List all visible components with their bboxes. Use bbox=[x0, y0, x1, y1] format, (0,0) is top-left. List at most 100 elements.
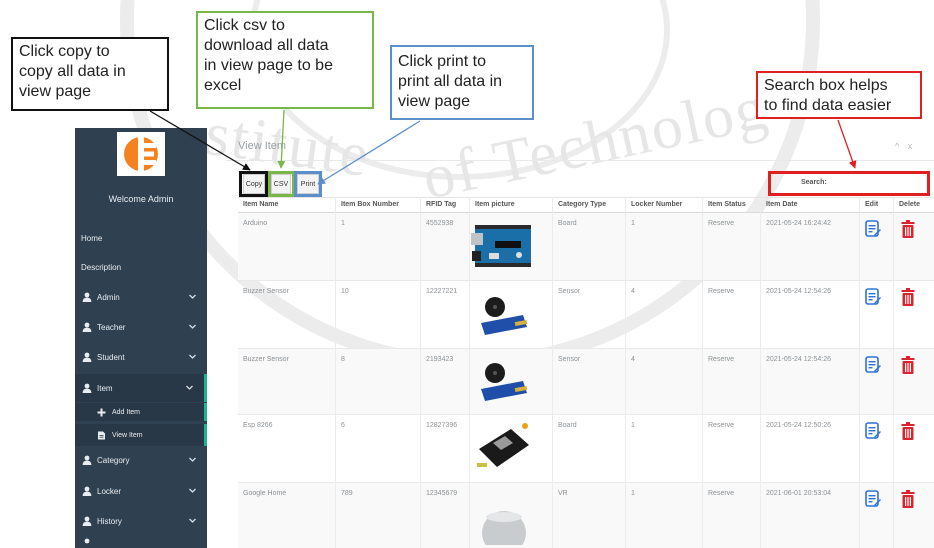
col-item-date[interactable]: Item Date bbox=[766, 201, 798, 208]
col-rfid-tag[interactable]: RFID Tag bbox=[426, 201, 456, 208]
col-item-picture[interactable]: Item picture bbox=[475, 201, 515, 208]
cell-date: 2021-06-01 20:53:04 bbox=[766, 490, 831, 497]
col-item-status[interactable]: Item Status bbox=[708, 201, 746, 208]
table-row: Google Home 789 12345679 VR 1 Reserve 20… bbox=[238, 483, 934, 548]
col-divider bbox=[335, 197, 336, 548]
trash-icon[interactable] bbox=[901, 356, 915, 374]
table-row: Buzzer Sensor 10 12227221 Sensor 4 Reser… bbox=[238, 281, 934, 349]
panel-title: View Item bbox=[238, 140, 287, 152]
search-callout: Search box helps to find data easier bbox=[756, 71, 922, 119]
col-divider bbox=[859, 197, 860, 548]
edit-icon[interactable] bbox=[865, 490, 881, 508]
table-row: Buzzer Sensor 8 2193423 Sensor 4 Reserve… bbox=[238, 349, 934, 415]
cell-category: VR bbox=[558, 490, 568, 497]
nav-item-menu[interactable]: Item bbox=[75, 374, 207, 402]
nav-admin[interactable]: Admin bbox=[75, 285, 207, 309]
nav-home[interactable]: Home bbox=[81, 234, 102, 243]
col-category-type[interactable]: Category Type bbox=[558, 201, 606, 208]
col-item-box-number[interactable]: Item Box Number bbox=[341, 201, 399, 208]
table-header: Item Name Item Box Number RFID Tag Item … bbox=[238, 197, 934, 213]
trash-icon[interactable] bbox=[901, 422, 915, 440]
cell-rfid: 12827396 bbox=[426, 422, 458, 429]
cell-box-number: 1 bbox=[341, 220, 345, 227]
col-edit: Edit bbox=[865, 201, 879, 208]
nav-add-item-label: Add Item bbox=[112, 408, 141, 416]
nav-description[interactable]: Description bbox=[81, 263, 121, 272]
csv-highlight bbox=[268, 171, 295, 197]
cell-box-number: 8 bbox=[341, 356, 345, 363]
cell-item-name: Esp 8266 bbox=[243, 422, 273, 429]
cell-rfid: 12345679 bbox=[426, 490, 458, 497]
cell-rfid: 2193423 bbox=[426, 356, 454, 363]
user-icon bbox=[82, 516, 92, 526]
nav-category[interactable]: Category bbox=[75, 448, 207, 472]
table-row: Esp 8266 6 12827396 Board 1 Reserve 2021… bbox=[238, 415, 934, 483]
plus-icon bbox=[97, 408, 106, 416]
nav-locker[interactable]: Locker bbox=[75, 479, 207, 503]
print-highlight bbox=[294, 171, 322, 197]
col-divider bbox=[702, 197, 703, 548]
edit-icon[interactable] bbox=[865, 356, 881, 374]
cell-status: Reserve bbox=[708, 356, 735, 363]
edit-icon[interactable] bbox=[865, 288, 881, 306]
cell-status: Reserve bbox=[708, 490, 735, 497]
cell-status: Reserve bbox=[708, 220, 735, 227]
cell-box-number: 789 bbox=[341, 490, 353, 497]
cell-date: 2021-05-24 12:50:26 bbox=[766, 422, 831, 429]
nav-admin-label: Admin bbox=[97, 292, 120, 302]
csv-callout: Click csv to download all data in view p… bbox=[196, 11, 374, 109]
trash-icon[interactable] bbox=[901, 288, 915, 306]
col-divider bbox=[552, 197, 553, 548]
print-callout: Click print to print all data in view pa… bbox=[390, 45, 534, 120]
nav-add-item[interactable]: Add Item bbox=[75, 403, 207, 421]
nav-student-label: Student bbox=[97, 352, 125, 362]
user-icon bbox=[84, 538, 90, 544]
chevron-down-icon bbox=[189, 488, 196, 493]
welcome-text: Welcome Admin bbox=[108, 194, 174, 204]
cell-category: Sensor bbox=[558, 356, 581, 363]
cell-locker: 1 bbox=[631, 220, 635, 227]
col-item-name[interactable]: Item Name bbox=[243, 201, 278, 208]
nav-item-label: Item bbox=[97, 383, 113, 393]
cell-date: 2021-05-24 12:54:26 bbox=[766, 288, 831, 295]
cell-date: 2021-05-24 16:24:42 bbox=[766, 220, 831, 227]
cell-item-name: Arduino bbox=[243, 220, 268, 227]
chevron-down-icon bbox=[189, 457, 196, 462]
cell-category: Sensor bbox=[558, 288, 581, 295]
cell-item-name: Buzzer Sensor bbox=[243, 356, 289, 363]
cell-item-name: Google Home bbox=[243, 490, 287, 497]
user-icon bbox=[82, 292, 92, 302]
cell-status: Reserve bbox=[708, 288, 735, 295]
chevron-down-icon bbox=[189, 518, 196, 523]
nav-student[interactable]: Student bbox=[75, 345, 207, 369]
ce-logo-icon bbox=[124, 137, 158, 171]
trash-icon[interactable] bbox=[901, 220, 915, 238]
cell-category: Board bbox=[558, 422, 577, 429]
cell-status: Reserve bbox=[708, 422, 735, 429]
app-logo[interactable] bbox=[117, 132, 165, 176]
edit-icon[interactable] bbox=[865, 220, 881, 238]
trash-icon[interactable] bbox=[901, 490, 915, 508]
panel-divider bbox=[226, 160, 934, 161]
cell-box-number: 10 bbox=[341, 288, 349, 295]
user-icon bbox=[82, 455, 92, 465]
esp8266-board-image bbox=[477, 423, 529, 467]
table-row: Arduino 1 4552938 Board 1 Reserve 2021-0… bbox=[238, 213, 934, 281]
nav-more-partial bbox=[75, 538, 207, 548]
nav-view-item[interactable]: View Item bbox=[75, 424, 207, 446]
nav-teacher[interactable]: Teacher bbox=[75, 315, 207, 339]
panel-controls[interactable]: ^ x bbox=[895, 141, 915, 151]
chevron-down-icon bbox=[189, 324, 196, 329]
col-locker-number[interactable]: Locker Number bbox=[631, 201, 682, 208]
edit-icon[interactable] bbox=[865, 422, 881, 440]
user-icon bbox=[82, 383, 92, 393]
nav-history[interactable]: History bbox=[75, 509, 207, 533]
cell-locker: 1 bbox=[631, 422, 635, 429]
cell-box-number: 6 bbox=[341, 422, 345, 429]
cell-rfid: 12227221 bbox=[426, 288, 458, 295]
cell-item-name: Buzzer Sensor bbox=[243, 288, 289, 295]
nav-category-label: Category bbox=[97, 455, 130, 465]
user-icon bbox=[82, 322, 92, 332]
col-delete: Delete bbox=[899, 201, 921, 208]
cell-locker: 1 bbox=[631, 490, 635, 497]
